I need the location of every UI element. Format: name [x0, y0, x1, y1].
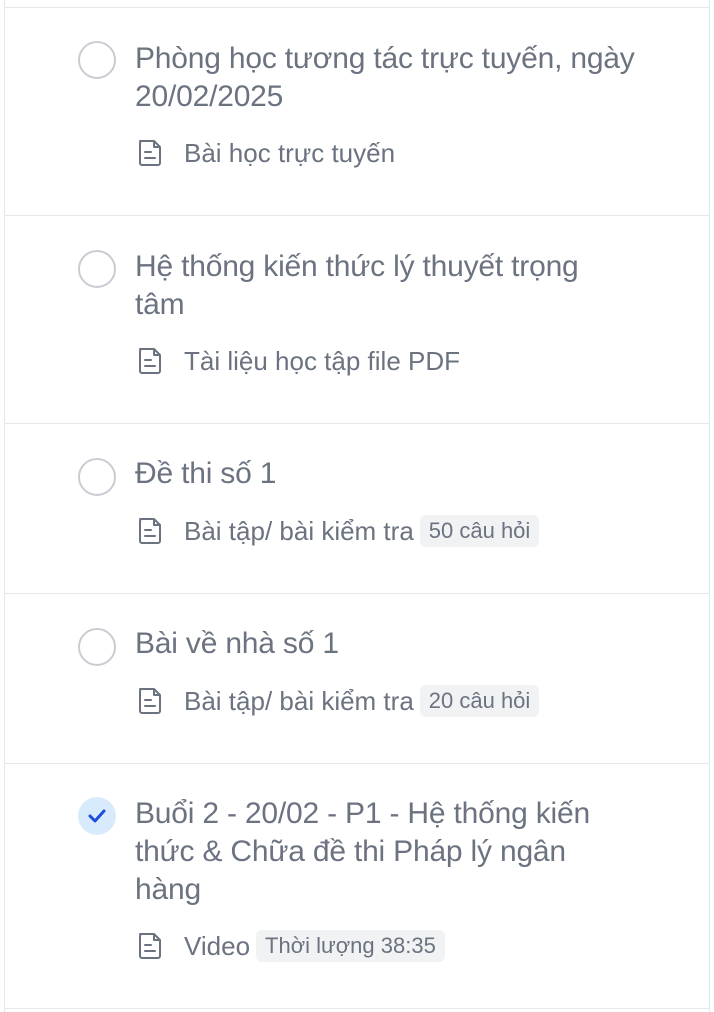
document-icon: [139, 518, 161, 544]
document-icon: [139, 933, 161, 959]
lesson-title: Đề thi số 1: [135, 457, 277, 490]
lesson-type: Bài học trực tuyến: [184, 137, 396, 168]
completed-check-icon[interactable]: [78, 797, 116, 835]
lesson-item[interactable]: Bài về nhà số 1 Bài tập/ bài kiểm tra 20…: [5, 594, 709, 764]
status-circle-icon[interactable]: [78, 458, 116, 496]
lesson-title: Hệ thống kiến thức lý thuyết trọng tâm: [135, 250, 579, 321]
duration-badge: Thời lượng 38:35: [256, 930, 445, 962]
lesson-meta: Video Thời lượng 38:35: [136, 928, 445, 964]
question-count-badge: 50 câu hỏi: [419, 515, 540, 547]
lesson-item[interactable]: Đề thi số 1 Bài tập/ bài kiểm tra 50 câu…: [5, 424, 709, 594]
lesson-item[interactable]: Buổi 2 - 20/02 - P1 - Hệ thống kiến thức…: [5, 764, 709, 1009]
document-icon: [139, 140, 161, 166]
lesson-meta: Bài tập/ bài kiểm tra 50 câu hỏi: [136, 513, 540, 549]
lesson-type: Video: [184, 930, 251, 961]
lesson-type: Bài tập/ bài kiểm tra: [184, 685, 414, 716]
lesson-item[interactable]: Phòng học tương tác trực tuyến, ngày 20/…: [5, 8, 709, 216]
lesson-meta: Bài tập/ bài kiểm tra 20 câu hỏi: [136, 683, 540, 719]
question-count-badge: 20 câu hỏi: [419, 685, 540, 717]
lesson-meta: Tài liệu học tập file PDF: [136, 343, 460, 379]
lesson-list: Phòng học tương tác trực tuyến, ngày 20/…: [4, 0, 710, 1012]
document-icon: [139, 348, 161, 374]
document-icon: [139, 688, 161, 714]
list-top-divider: [5, 0, 709, 8]
lesson-title: Bài về nhà số 1: [135, 627, 339, 660]
lesson-meta: Bài học trực tuyến: [136, 135, 395, 171]
lesson-item[interactable]: Hệ thống kiến thức lý thuyết trọng tâm T…: [5, 216, 709, 424]
scrollbar-track[interactable]: [708, 0, 714, 175]
lesson-title: Phòng học tương tác trực tuyến, ngày 20/…: [135, 42, 635, 113]
status-circle-icon[interactable]: [78, 628, 116, 666]
checkmark-icon: [88, 809, 106, 823]
status-circle-icon[interactable]: [78, 41, 116, 79]
lesson-title: Buổi 2 - 20/02 - P1 - Hệ thống kiến thức…: [135, 797, 590, 906]
lesson-type: Tài liệu học tập file PDF: [184, 345, 461, 376]
status-circle-icon[interactable]: [78, 250, 116, 288]
lesson-type: Bài tập/ bài kiểm tra: [184, 515, 414, 546]
